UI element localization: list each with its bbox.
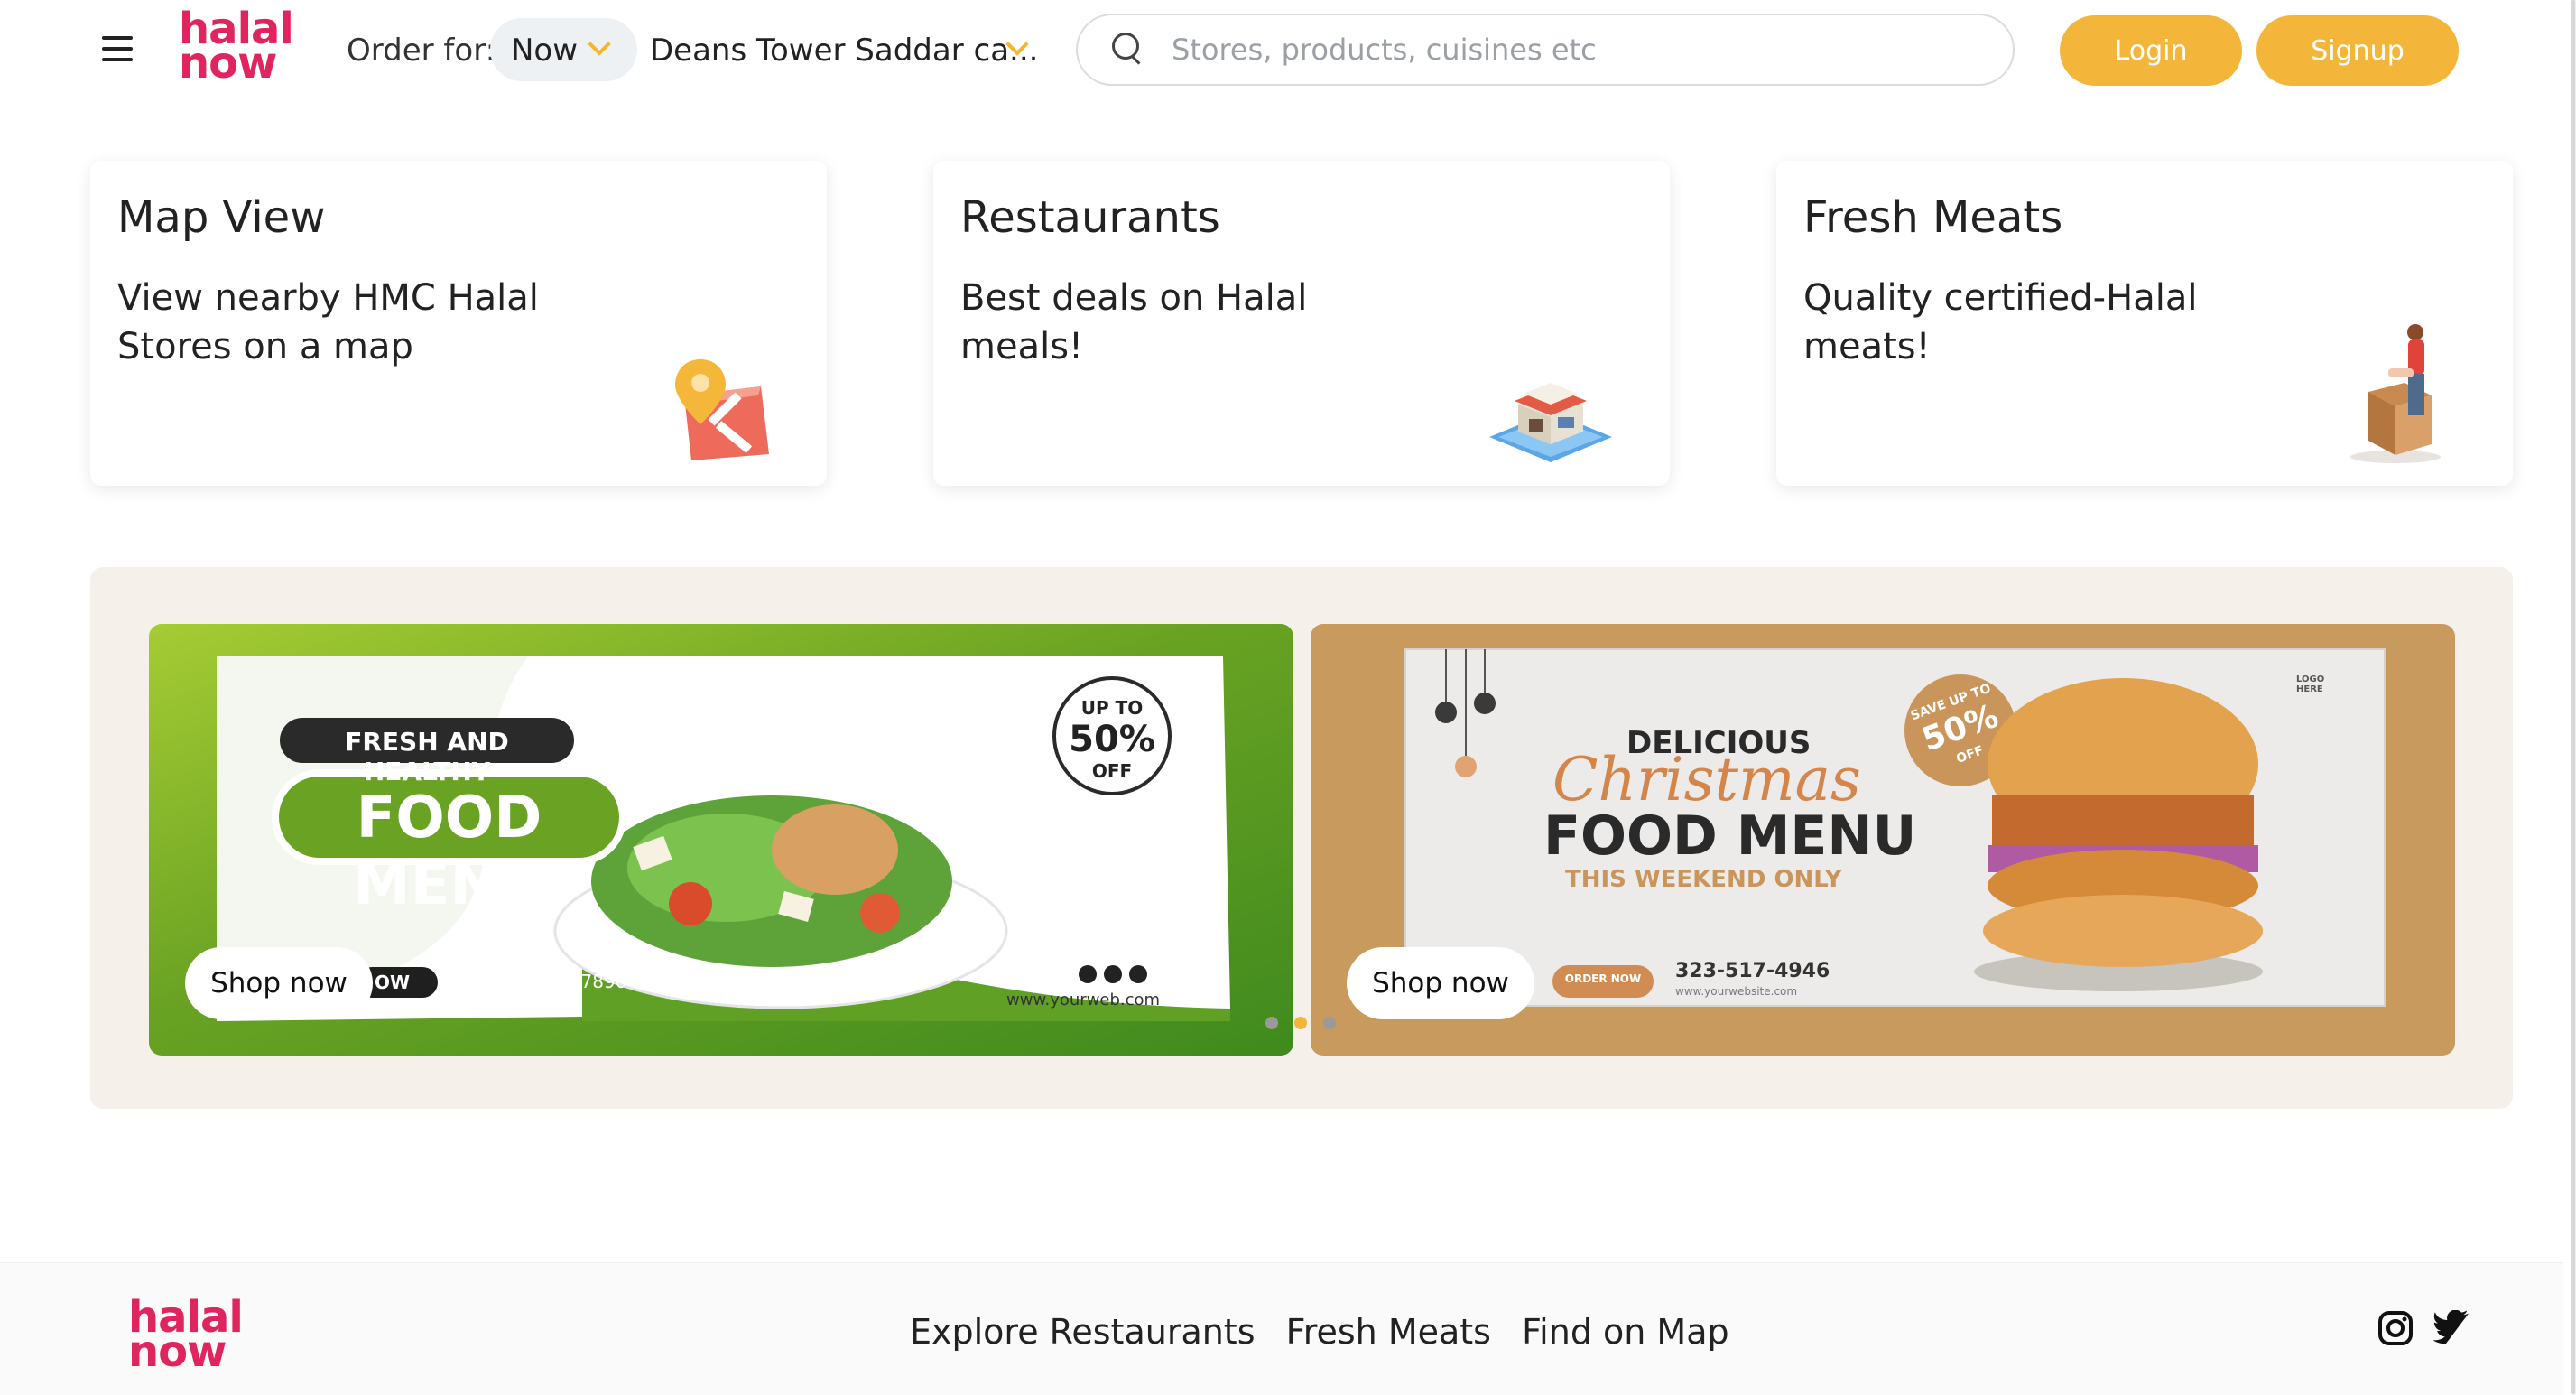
banner-website: www.yourwebsite.com xyxy=(1675,985,1798,998)
twitter-icon[interactable] xyxy=(2432,1309,2469,1346)
promo-banner-christmas-menu[interactable]: DELICIOUS Christmas FOOD MENU THIS WEEKE… xyxy=(1311,624,2455,1056)
instagram-icon[interactable] xyxy=(2377,1310,2414,1346)
butcher-icon xyxy=(2341,320,2450,464)
order-time-value: Now xyxy=(511,33,579,69)
page-scrollbar[interactable] xyxy=(2571,0,2576,1394)
card-title: Map View xyxy=(117,192,326,243)
order-for-label: Order for: xyxy=(347,33,496,69)
search-bar[interactable] xyxy=(1076,14,2015,86)
carousel-dot-3[interactable] xyxy=(1323,1017,1336,1029)
menu-icon[interactable] xyxy=(102,36,134,63)
restaurant-building-icon xyxy=(1487,367,1614,466)
delivery-location[interactable]: Deans Tower Saddar ca... xyxy=(650,33,1038,69)
discount-badge: UP TO 50% OFF xyxy=(1054,696,1170,783)
banner-subtitle: THIS WEEKEND ONLY xyxy=(1565,866,1842,893)
banner-headline: FOOD MENU xyxy=(353,785,545,918)
banner-phone: +012 3456 7890 xyxy=(474,971,627,992)
footer-link-fresh-meats[interactable]: Fresh Meats xyxy=(1286,1312,1491,1352)
halalnow-logo[interactable]: halal now xyxy=(179,7,294,85)
banner-phone: 323-517-4946 xyxy=(1675,960,1830,982)
footer-link-find-on-map[interactable]: Find on Map xyxy=(1522,1312,1729,1352)
badge-value: 50% xyxy=(1069,719,1155,760)
map-pin-icon xyxy=(675,359,774,463)
carousel-dot-2[interactable] xyxy=(1294,1017,1307,1029)
card-title: Fresh Meats xyxy=(1803,192,2063,243)
signup-button[interactable]: Signup xyxy=(2256,15,2459,86)
banner-logo-text: LOGO HERE xyxy=(2296,674,2325,694)
card-map-view[interactable]: Map View View nearby HMC Halal Stores on… xyxy=(90,161,827,486)
banner-cta-fragment: OW xyxy=(375,972,411,993)
footer-halalnow-logo[interactable]: halal now xyxy=(128,1296,244,1373)
login-button[interactable]: Login xyxy=(2060,15,2242,86)
chevron-down-icon xyxy=(588,33,611,56)
banner-website: www.yourweb.com xyxy=(1006,990,1161,1009)
promo-banner-healthy-food[interactable]: FRESH AND HEALTHY FOOD MENU UP TO 50% OF… xyxy=(149,624,1293,1056)
order-time-select[interactable]: Now xyxy=(490,18,637,81)
top-header: halal now Order for: Now Deans Tower Sad… xyxy=(0,0,2563,104)
card-description: Quality certified-Halal meats! xyxy=(1803,277,2198,367)
card-title: Restaurants xyxy=(960,192,1220,243)
footer-nav: Explore Restaurants Fresh Meats Find on … xyxy=(910,1312,1749,1352)
card-restaurants[interactable]: Restaurants Best deals on Halal meals! xyxy=(933,161,1670,486)
card-description: Best deals on Halal meals! xyxy=(960,277,1308,367)
banner-kicker: FRESH AND HEALTHY xyxy=(345,727,509,786)
card-description: View nearby HMC Halal Stores on a map xyxy=(117,277,539,367)
shop-now-button[interactable]: Shop now xyxy=(185,947,373,1019)
shop-now-button[interactable]: Shop now xyxy=(1347,947,1534,1019)
order-now-pill: ORDER NOW xyxy=(1564,972,1642,985)
card-fresh-meats[interactable]: Fresh Meats Quality certified-Halal meat… xyxy=(1776,161,2513,486)
badge-bottom: OFF xyxy=(1091,760,1133,782)
site-footer: halal now Explore Restaurants Fresh Meat… xyxy=(0,1262,2563,1395)
footer-link-explore-restaurants[interactable]: Explore Restaurants xyxy=(910,1312,1256,1352)
carousel-dot-1[interactable] xyxy=(1265,1017,1278,1029)
search-input[interactable] xyxy=(1170,26,1986,73)
badge-top: UP TO xyxy=(1080,697,1144,719)
search-icon xyxy=(1112,33,1141,65)
banner-headline: FOOD MENU xyxy=(1543,804,1917,868)
